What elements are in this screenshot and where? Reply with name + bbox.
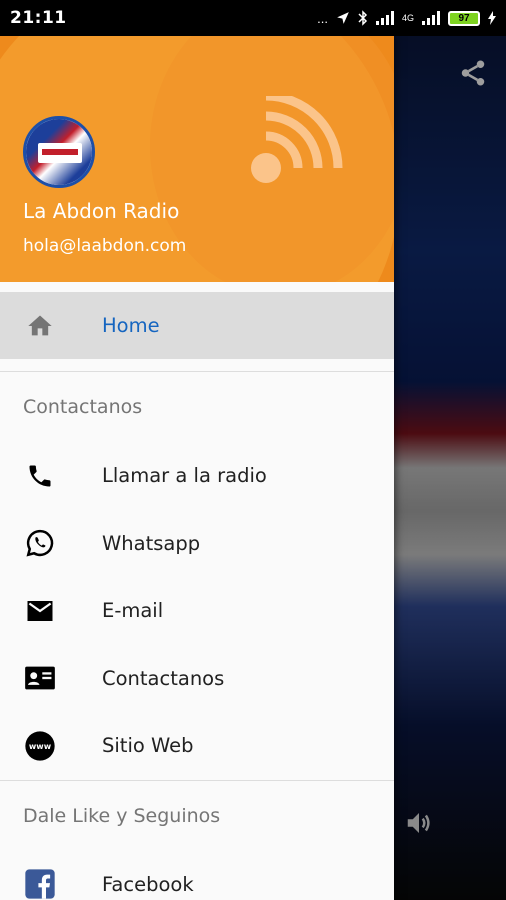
share-icon[interactable] <box>458 58 488 88</box>
menu-item-label: Whatsapp <box>102 531 201 555</box>
menu-item-label: E-mail <box>102 599 164 623</box>
menu-item-facebook[interactable]: Facebook <box>0 851 394 900</box>
charging-icon <box>488 11 496 25</box>
status-indicators: ... 4G 97 <box>317 10 496 26</box>
location-icon <box>337 12 349 24</box>
battery-icon: 97 <box>448 10 480 26</box>
volume-icon[interactable] <box>404 808 434 838</box>
section-header-social: Dale Like y Seguinos <box>23 804 221 827</box>
station-logo-avatar <box>23 116 95 188</box>
menu-item-call[interactable]: Llamar a la radio <box>0 442 394 510</box>
whatsapp-icon <box>24 527 56 559</box>
bluetooth-icon <box>358 10 368 26</box>
contact-card-icon <box>24 662 56 694</box>
status-time: 21:11 <box>10 8 67 28</box>
svg-text:www: www <box>29 742 52 751</box>
drawer-header: La Abdon Radio hola@laabdon.com <box>0 36 394 282</box>
section-header-contact: Contactanos <box>23 396 143 418</box>
station-email: hola@laabdon.com <box>23 236 187 256</box>
menu-item-label: Contactanos <box>102 666 225 690</box>
menu-item-label: Facebook <box>102 872 194 896</box>
menu-item-label: Llamar a la radio <box>102 464 267 488</box>
menu-item-label: Home <box>102 314 160 337</box>
menu-item-email[interactable]: E-mail <box>0 577 394 645</box>
wifi-signal-icon <box>375 11 394 25</box>
home-icon <box>24 310 56 342</box>
mail-icon <box>24 595 56 627</box>
www-icon: www <box>24 730 56 762</box>
notification-dots: ... <box>317 10 328 26</box>
phone-icon <box>24 460 56 492</box>
menu-item-whatsapp[interactable]: Whatsapp <box>0 510 394 578</box>
station-name: La Abdon Radio <box>23 199 180 223</box>
menu-item-website[interactable]: www Sitio Web <box>0 712 394 780</box>
drawer-menu: Home Contactanos Llamar a la radio Whats… <box>0 292 394 900</box>
menu-item-contact[interactable]: Contactanos <box>0 645 394 713</box>
network-type-label: 4G <box>401 13 414 23</box>
menu-item-label: Sitio Web <box>102 734 194 758</box>
facebook-icon <box>24 868 56 900</box>
cell-signal-icon <box>422 11 440 25</box>
navigation-drawer: La Abdon Radio hola@laabdon.com Home Con… <box>0 36 394 900</box>
broadcast-icon <box>251 96 343 183</box>
menu-item-home[interactable]: Home <box>0 292 394 359</box>
status-bar: 21:11 ... 4G 97 <box>0 0 506 36</box>
